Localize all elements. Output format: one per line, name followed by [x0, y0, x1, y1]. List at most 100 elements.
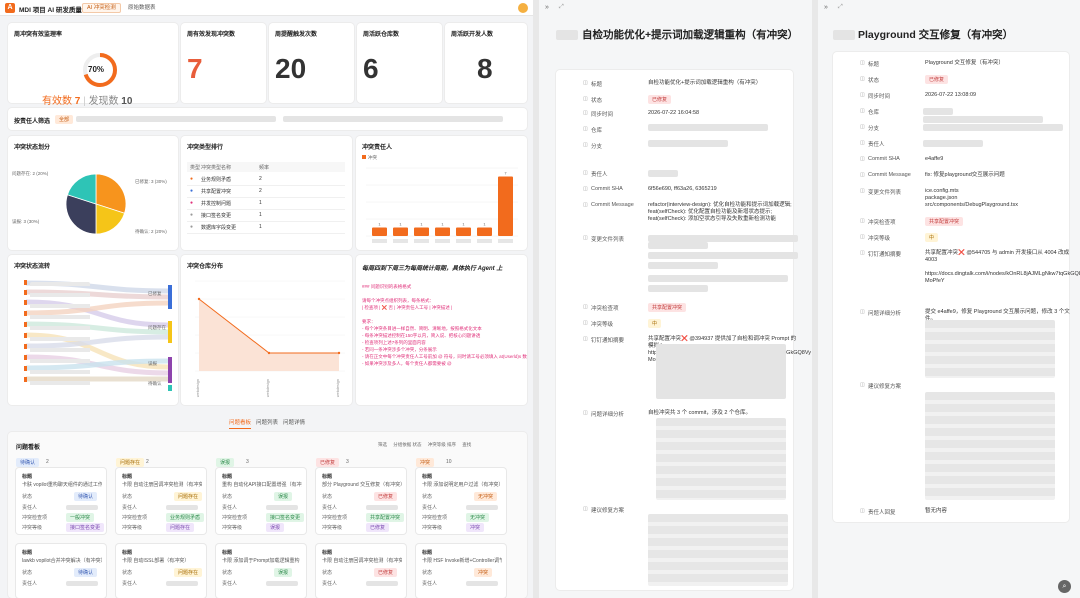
field-label: 责任人回复: [868, 510, 896, 516]
expand-icon[interactable]: »: [545, 4, 549, 11]
legend-text: 冲突: [368, 155, 377, 160]
filter-chips-redacted[interactable]: [76, 116, 276, 122]
field-icon: ◫: [860, 92, 865, 98]
field-icon: ◫: [583, 320, 588, 326]
tab-kanban[interactable]: 问题看板: [229, 418, 252, 429]
card-level: 接口签名变更: [66, 523, 105, 532]
card-title: 冲突状态划分: [14, 145, 51, 151]
filter-chips-redacted[interactable]: [283, 116, 503, 122]
pie-label-bl: 误报: 3 (30%): [12, 219, 40, 224]
kpi-label: 周活跃仓库数: [363, 32, 400, 38]
filter-label: 按责任人筛选: [14, 119, 51, 125]
field-label: 变更文件列表: [591, 237, 625, 243]
column-header[interactable]: 误报: [216, 458, 235, 467]
prompt-line: - 每条冲突描述控制在150字以内，简入说、把核心问题讲透: [362, 333, 481, 338]
tab-detail[interactable]: 问题详情: [283, 418, 305, 426]
user-avatar[interactable]: [518, 3, 528, 13]
gauge-percent: 70%: [88, 65, 105, 74]
app-title: MDI 项目 AI 研发质量: [19, 7, 82, 14]
resize-icon[interactable]: ⤢: [559, 4, 564, 11]
tab-list[interactable]: 问题列表: [256, 418, 278, 426]
kanban-card[interactable]: 标题卡限 HSF Invoke新增+Controller调节（有冲突） 状态 冲突责…: [416, 544, 506, 598]
card-title: 卡肤 vopilot重构聊天组件的通过工作: [22, 482, 102, 488]
group-tool[interactable]: 分组依据 状态: [393, 442, 421, 447]
field-icon: ◫: [860, 188, 865, 194]
pie-label-br: 待确认: 2 (20%): [135, 229, 167, 234]
field-label: 同步时间: [591, 112, 614, 118]
expand-icon[interactable]: »: [824, 4, 828, 11]
field-label: 冲突检查项: [591, 306, 619, 312]
field-value: 6f56e690, ff63a26, 6365219: [648, 186, 717, 192]
value-redacted: [648, 262, 718, 269]
rank-divider: [187, 185, 345, 186]
value-redacted: [648, 275, 788, 282]
rank-divider: [187, 233, 345, 234]
card-label: 标题: [322, 550, 333, 556]
field-label: 责任人: [868, 142, 885, 148]
field-label: 建议修复方案: [868, 384, 902, 390]
kanban-card[interactable]: 标题 卡限 自动ISSL部署（有冲突） 状态 问题存在 责任人: [116, 544, 206, 598]
kanban-card[interactable]: 标题 卡限 添加说明定用户过滤（有冲突） 状态 无冲突 责任人 冲突检查项 无冲突 冲突等级冲…: [416, 468, 506, 534]
column-header[interactable]: 已修复: [316, 458, 340, 467]
status-pie-card: 冲突状态划分 问题存在: 2 (20%) 已修复: 3 (30%) 误报: 3 …: [8, 136, 178, 250]
value-redacted: [656, 344, 786, 399]
card-label: 责任人: [22, 581, 38, 587]
field-label: Commit Message: [591, 202, 634, 208]
rank-name: 业务规则矛盾: [201, 177, 232, 183]
kpi-value: 8: [477, 53, 493, 84]
kanban-card[interactable]: 标题 部分 Playground 交互修复（有冲突） 状态 已修复 责任人 冲突检查项 共享…: [316, 468, 406, 534]
column-header[interactable]: 冲突: [416, 458, 435, 467]
column-count: 10: [446, 459, 452, 465]
kanban-card[interactable]: 标题 卡限 自动注册回调冲突检测（有冲突） 状态 已修复 责任人: [316, 544, 406, 598]
field-icon: ◫: [860, 309, 865, 315]
kanban-card[interactable]: 标题重构 自动化API接口配置增强（有冲突）状态误报责任人冲突检查项接口签名变更…: [216, 468, 306, 534]
prompt-line: - 若同一条冲突涉多个冲突，分条展示: [362, 347, 437, 352]
kpi-value: 7: [187, 53, 203, 84]
card-label: 状态: [322, 494, 333, 500]
flow-target-fixed: 已修复: [148, 291, 162, 296]
card-label: 状态: [422, 570, 433, 576]
kanban-card[interactable]: 标题 卡肤 vopilot重构聊天组件的通过工作 状态 待确认 责任人 冲突检查项 一般冲突…: [16, 468, 106, 534]
card-label: 冲突等级: [22, 525, 43, 531]
rank-type-icon: ●: [190, 176, 194, 182]
column-header[interactable]: 待确认: [16, 458, 40, 467]
kpi-card-valid: 周有效发现冲突数 7: [181, 23, 266, 103]
card-label: 责任人: [222, 505, 238, 511]
value-redacted: [923, 116, 1043, 123]
value-redacted: [648, 242, 708, 249]
filter-tool[interactable]: 筛选: [378, 442, 387, 447]
field-label: 仓库: [868, 110, 880, 116]
field-icon: ◫: [860, 382, 865, 388]
detail-fields: ◫ 标题 自检功能优化+提示词加载逻辑重构（有冲突） ◫ 状态 已修复 ◫ 同步时间 2026-…: [556, 70, 811, 590]
field-tag: 中: [925, 233, 939, 242]
app-logo-icon: A: [5, 3, 15, 13]
kanban-card[interactable]: 标题 lawkb vopilot合并冲突解决（有冲突） 状态 待确认 责任人: [16, 544, 106, 598]
zoom-icon[interactable]: ⌕: [1058, 580, 1071, 593]
card-label: 责任人: [422, 505, 438, 511]
tab-raw-data[interactable]: 原始数据表: [124, 3, 160, 13]
field-icon: ◫: [583, 142, 588, 148]
prompt-line: 请每个冲突点组织列表，每条格式：: [362, 298, 434, 303]
kanban-card[interactable]: 标题卡限 添加调于Prompt加载逻辑重构（有冲突） 状态 误报责任人: [216, 544, 306, 598]
card-check-item: 共享配置冲突: [366, 513, 405, 522]
card-label: 冲突检查项: [422, 515, 448, 521]
filter-chip-all[interactable]: 全部: [55, 115, 74, 124]
search-tool[interactable]: 查找: [462, 442, 471, 447]
owner-name-redacted: [498, 239, 513, 243]
card-label: 标题: [322, 474, 333, 480]
column-count: 3: [246, 459, 249, 465]
resize-icon[interactable]: ⤢: [838, 4, 843, 11]
owner-redacted: [366, 505, 398, 510]
column-header[interactable]: 问题存在: [116, 458, 145, 467]
flow-target-false: 误报: [148, 361, 157, 366]
card-label: 状态: [122, 570, 133, 576]
card-title: 卡限 自动ISSL部署（有冲突）: [122, 558, 190, 564]
kpi-card-rate: 周冲突有效监理率 70% 有效数 7 | 发现数 10: [8, 23, 178, 107]
rank-divider: [187, 221, 345, 222]
tab-ai-conflict[interactable]: AI 冲突检测: [82, 3, 121, 13]
kanban-card[interactable]: 标题 卡限 自动注册回调冲突检测（有冲突） 状态 问题存在 责任人 冲突检查项 业务规则矛盾…: [116, 468, 206, 534]
field-label: 建议修复方案: [591, 508, 625, 514]
field-label: 钉钉通知摘要: [868, 252, 902, 258]
card-label: 状态: [22, 494, 33, 500]
sort-tool[interactable]: 冲突等级 排序: [428, 442, 456, 447]
